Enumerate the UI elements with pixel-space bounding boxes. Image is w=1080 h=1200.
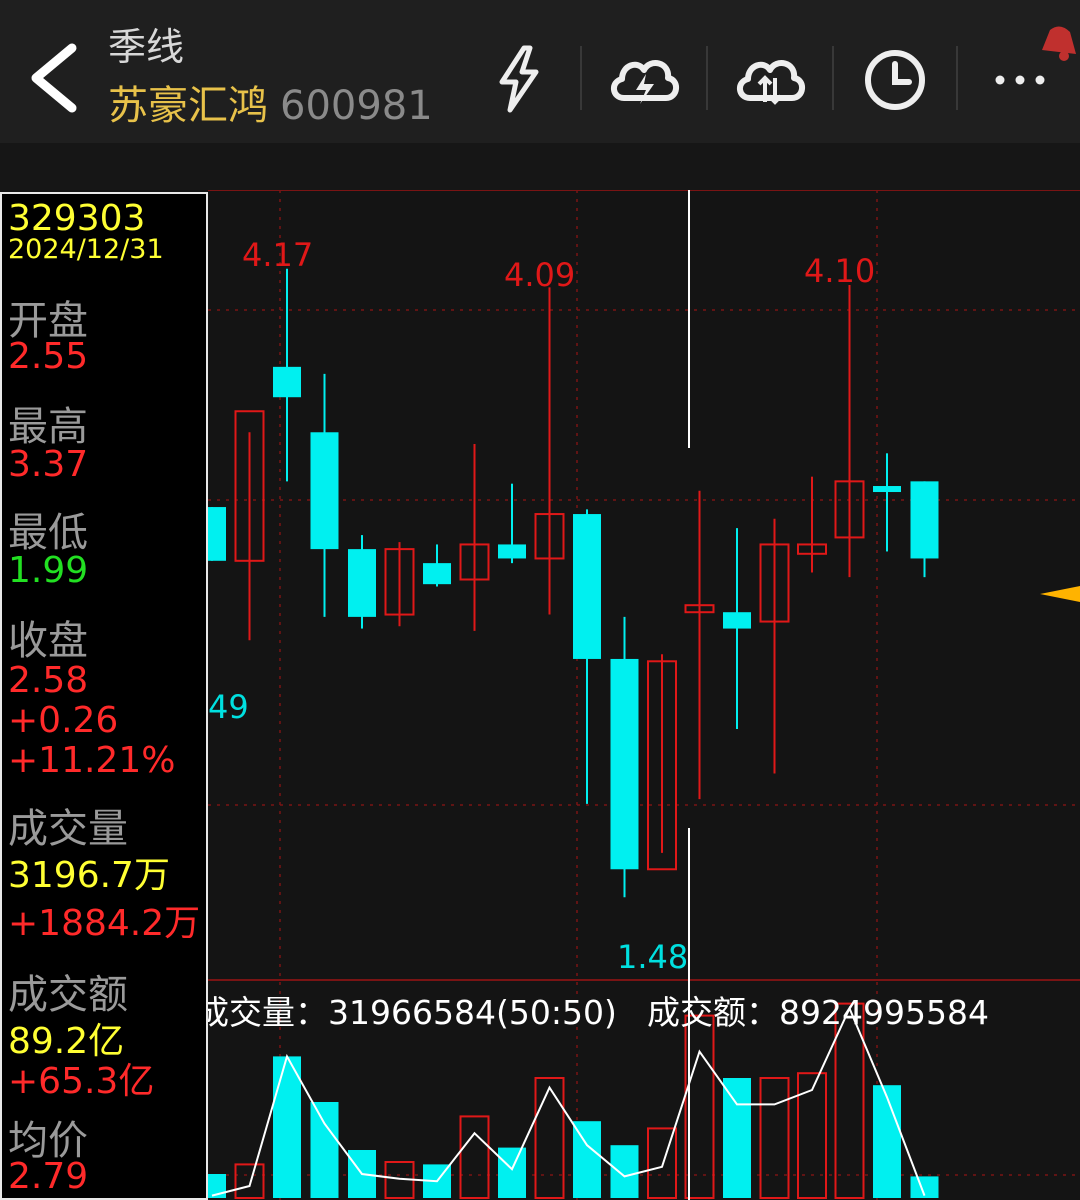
candle-body bbox=[423, 563, 451, 585]
candle-body bbox=[310, 432, 339, 550]
close-label: 收盘 bbox=[8, 618, 88, 664]
avg-value: 2.79 bbox=[8, 1156, 89, 1197]
open-value: 2.55 bbox=[8, 336, 89, 377]
change-value: +0.26 bbox=[8, 700, 119, 741]
high-value: 3.37 bbox=[8, 444, 89, 485]
divider bbox=[706, 46, 708, 110]
candles bbox=[198, 268, 939, 898]
period-label: 季线 bbox=[108, 25, 185, 69]
partial-price-label: 49 bbox=[208, 688, 249, 726]
stock-title: 苏豪汇鸿 600981 bbox=[108, 82, 433, 130]
volume-bars bbox=[198, 1002, 939, 1200]
bell-icon[interactable] bbox=[1036, 20, 1080, 64]
top-bar: 季线 苏豪汇鸿 600981 bbox=[0, 0, 1080, 143]
cloud-sync-icon[interactable] bbox=[730, 40, 810, 120]
volume-bar bbox=[610, 1145, 639, 1198]
info-id: 329303 bbox=[8, 198, 146, 239]
divider bbox=[956, 46, 958, 110]
info-date: 2024/12/31 bbox=[8, 234, 164, 265]
candle-body bbox=[910, 481, 939, 559]
volume-readout: 成交量：31966584(50:50) bbox=[196, 993, 617, 1032]
max-label-3: 4.10 bbox=[804, 252, 875, 290]
price-pointer-icon bbox=[1040, 586, 1080, 602]
candle-body bbox=[573, 514, 601, 659]
low-value: 1.99 bbox=[8, 550, 89, 591]
cloud-lightning-icon[interactable] bbox=[604, 40, 684, 120]
volume-bar bbox=[498, 1147, 526, 1198]
chart-grid bbox=[208, 190, 1080, 1200]
volume-bar bbox=[797, 1072, 827, 1200]
volume-bar bbox=[873, 1085, 901, 1198]
volume-bar bbox=[573, 1121, 601, 1198]
volume-bar bbox=[459, 1115, 490, 1200]
candle-body bbox=[723, 612, 751, 629]
max-label-1: 4.17 bbox=[242, 236, 313, 274]
volume-bar bbox=[234, 1163, 265, 1200]
divider bbox=[580, 46, 582, 110]
change-percent: +11.21% bbox=[8, 740, 176, 781]
min-label: 1.48 bbox=[617, 938, 688, 976]
volume-bar bbox=[273, 1056, 301, 1198]
stock-code: 600981 bbox=[280, 83, 433, 129]
candle-body bbox=[873, 486, 901, 493]
lightning-icon[interactable] bbox=[478, 40, 558, 120]
amount-readout: 成交额：8924995584 bbox=[647, 993, 989, 1032]
volume-bar bbox=[759, 1077, 790, 1199]
volume-change: +1884.2万 bbox=[8, 903, 201, 944]
candle-body bbox=[498, 544, 526, 559]
divider bbox=[832, 46, 834, 110]
max-label-2: 4.09 bbox=[504, 256, 575, 294]
close-value: 2.58 bbox=[8, 660, 89, 701]
candle-body bbox=[610, 658, 639, 870]
amount-change: +65.3亿 bbox=[8, 1061, 155, 1102]
clock-icon[interactable] bbox=[855, 40, 935, 120]
spacer bbox=[0, 143, 1080, 190]
back-arrow-icon[interactable] bbox=[22, 40, 92, 116]
info-panel: 329303 2024/12/31 开盘 2.55 最高 3.37 最低 1.9… bbox=[0, 192, 208, 1200]
candle-body bbox=[348, 549, 376, 617]
stock-name: 苏豪汇鸿 bbox=[108, 83, 268, 129]
volume-bar bbox=[723, 1078, 751, 1198]
volume-bar bbox=[310, 1102, 339, 1198]
candle-body bbox=[273, 366, 301, 398]
volume-bar bbox=[534, 1077, 565, 1199]
volume-value: 3196.7万 bbox=[8, 855, 170, 896]
